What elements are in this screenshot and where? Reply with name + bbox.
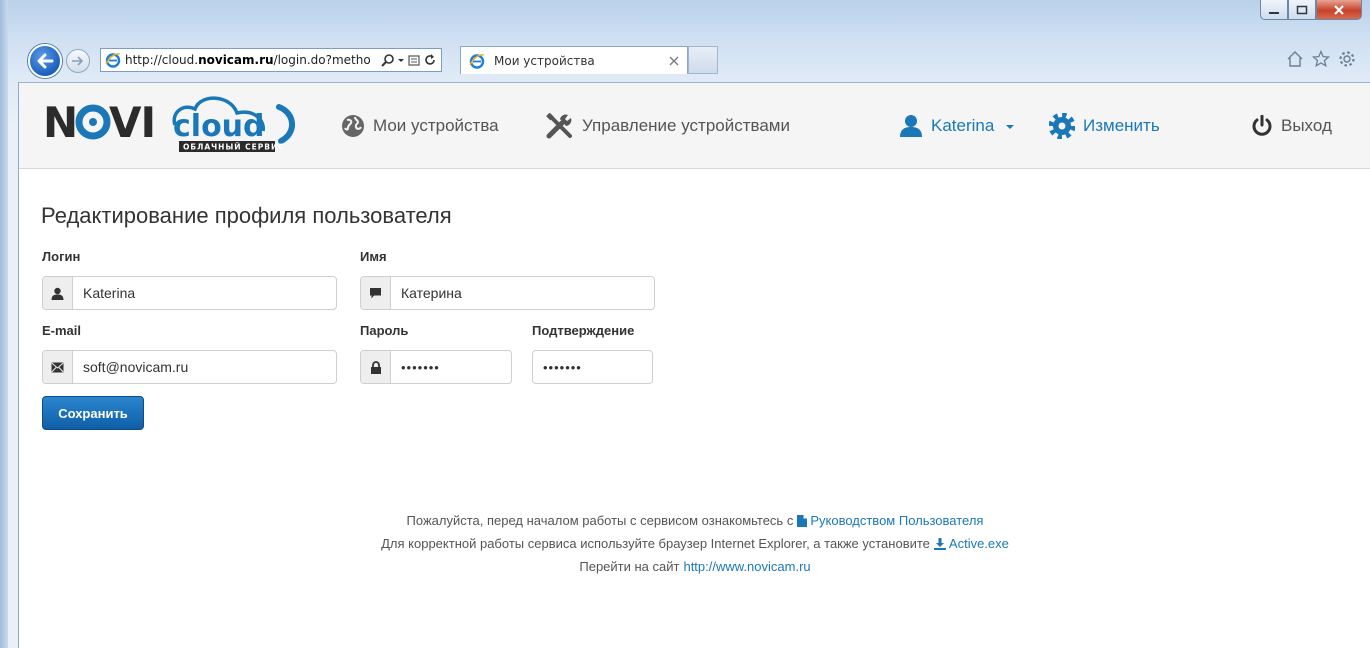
address-url-domain: novicam.ru [198, 53, 274, 67]
nav-my-devices-label: Мои устройства [373, 116, 499, 135]
nav-settings[interactable]: Изменить [1049, 111, 1160, 141]
footer-line-site: Перейти на сайт http://www.novicam.ru [19, 555, 1370, 578]
gear-icon[interactable] [1338, 50, 1356, 68]
browser-right-tools [1286, 50, 1356, 68]
nav-device-management[interactable]: Управление устройствами [546, 111, 790, 141]
email-value: soft@novicam.ru [83, 359, 189, 375]
site-header: N VI cloud ОБЛАЧНЫЙ СЕРВИС Мои устройств… [19, 83, 1370, 169]
page-viewport: N VI cloud ОБЛАЧНЫЙ СЕРВИС Мои устройств… [18, 82, 1370, 648]
password-addon [361, 351, 391, 383]
file-icon [797, 514, 808, 527]
save-button[interactable]: Сохранить [42, 396, 144, 430]
novicloud-logo[interactable]: N VI cloud ОБЛАЧНЫЙ СЕРВИС [43, 95, 313, 157]
browser-window: http://cloud.novicam.ru/login.do?metho М… [0, 0, 1370, 648]
address-tools [377, 53, 441, 67]
login-field[interactable]: Katerina [42, 276, 337, 310]
minimize-button[interactable] [1260, 0, 1288, 20]
close-window-button[interactable] [1316, 0, 1362, 20]
active-exe-link[interactable]: Active.exe [933, 532, 1009, 555]
back-button[interactable] [28, 44, 62, 78]
address-url-path: /login.do?metho [273, 53, 371, 67]
user-icon [51, 287, 64, 300]
arrow-left-icon [37, 53, 54, 69]
search-icon[interactable] [381, 53, 395, 67]
address-url-plain: http://cloud. [125, 53, 199, 67]
tab-close-icon[interactable] [669, 56, 679, 66]
password-field[interactable]: ••••••• [360, 350, 512, 384]
refresh-icon[interactable] [423, 53, 437, 67]
power-icon [1252, 115, 1272, 136]
new-tab-button[interactable] [688, 46, 718, 74]
login-addon [43, 277, 73, 309]
user-manual-link[interactable]: Руководством Пользователя [797, 509, 983, 532]
email-addon [43, 351, 73, 383]
svg-text:cloud: cloud [173, 109, 265, 144]
name-label: Имя [360, 249, 387, 264]
ie-tab-icon [469, 53, 485, 69]
cog-icon [1049, 113, 1075, 139]
nav-user-menu[interactable]: Katerina [899, 111, 1015, 141]
nav-device-management-label: Управление устройствами [582, 116, 790, 135]
tab-title: Мои устройства [494, 53, 595, 68]
maximize-icon [1296, 5, 1308, 14]
caret-down-icon [1006, 125, 1015, 129]
site-link[interactable]: http://www.novicam.ru [683, 555, 810, 578]
user-icon [900, 115, 922, 137]
confirm-password-field[interactable]: ••••••• [532, 350, 653, 384]
globe-icon [342, 115, 364, 137]
browser-toolbar: http://cloud.novicam.ru/login.do?metho М… [8, 40, 1362, 80]
window-controls [1260, 0, 1362, 20]
name-value: Катерина [401, 285, 462, 301]
home-icon[interactable] [1286, 50, 1304, 68]
name-field[interactable]: Катерина [360, 276, 655, 310]
email-field[interactable]: soft@novicam.ru [42, 350, 337, 384]
close-icon [1334, 4, 1344, 15]
forward-button[interactable] [66, 49, 90, 73]
maximize-button[interactable] [1288, 0, 1316, 20]
nav-logout[interactable]: Выход [1251, 111, 1332, 141]
footer: Пожалуйста, перед началом работы с серви… [19, 509, 1370, 578]
nav-settings-label: Изменить [1083, 116, 1160, 135]
confirm-value: ••••••• [543, 359, 582, 375]
wrench-screwdriver-icon [546, 113, 572, 139]
password-label: Пароль [360, 323, 409, 338]
page-title: Редактирование профиля пользователя [41, 203, 452, 228]
svg-text:VI: VI [109, 98, 155, 147]
favorites-star-icon[interactable] [1312, 50, 1330, 68]
comment-icon [370, 287, 381, 298]
footer-site-text: Перейти на сайт [579, 559, 680, 574]
minimize-icon [1269, 11, 1279, 14]
address-bar[interactable]: http://cloud.novicam.ru/login.do?metho [100, 48, 442, 72]
active-exe-link-label: Active.exe [948, 536, 1009, 551]
nav-user-label: Katerina [931, 116, 995, 135]
arrow-right-icon [72, 56, 84, 66]
login-label: Логин [42, 249, 81, 264]
lock-icon [370, 360, 381, 374]
login-value: Katerina [83, 285, 136, 301]
svg-text:N: N [43, 98, 77, 147]
nav-my-devices[interactable]: Мои устройства [341, 111, 499, 141]
download-icon [933, 537, 946, 550]
email-label: E-mail [42, 323, 82, 338]
ie-icon [105, 53, 121, 68]
browser-tab[interactable]: Мои устройства [460, 46, 688, 74]
footer-manual-text: Пожалуйста, перед началом работы с серви… [406, 513, 794, 528]
dropdown-icon[interactable] [397, 53, 405, 67]
footer-line-manual: Пожалуйста, перед началом работы с серви… [19, 509, 1370, 532]
compatibility-view-icon[interactable] [407, 53, 421, 67]
user-manual-link-label: Руководством Пользователя [810, 513, 984, 528]
footer-line-activex: Для корректной работы сервиса используйт… [19, 532, 1370, 555]
envelope-icon [51, 362, 64, 372]
svg-text:ОБЛАЧНЫЙ СЕРВИС: ОБЛАЧНЫЙ СЕРВИС [183, 143, 285, 152]
window-frame-edge [0, 0, 8, 648]
nav-logout-label: Выход [1281, 116, 1332, 135]
password-value: ••••••• [401, 359, 440, 375]
confirm-label: Подтверждение [532, 323, 635, 338]
footer-activex-text: Для корректной работы сервиса используйт… [381, 536, 930, 551]
name-addon [361, 277, 391, 309]
address-url: http://cloud.novicam.ru/login.do?metho [125, 53, 377, 67]
